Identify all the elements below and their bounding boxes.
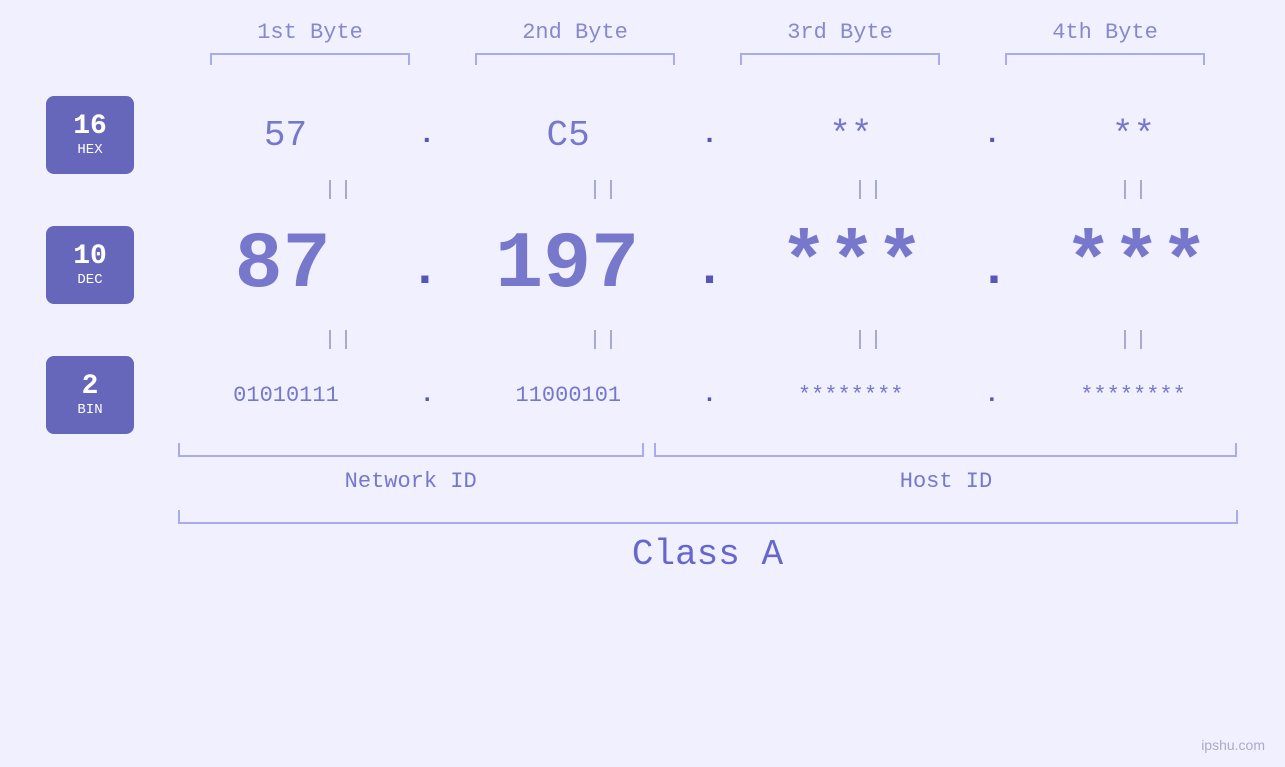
hex-byte-2: C5 xyxy=(458,115,678,156)
bin-value-2: 11000101 xyxy=(516,383,622,408)
bin-value-4: ******** xyxy=(1080,383,1186,408)
id-section: Network ID Host ID xyxy=(178,443,1238,494)
network-bracket xyxy=(178,443,644,457)
hex-byte-4: ** xyxy=(1024,115,1244,156)
dec-byte-3: *** xyxy=(742,220,962,311)
hex-byte-3: ** xyxy=(741,115,961,156)
watermark: ipshu.com xyxy=(1201,737,1265,753)
hex-dot-2: . xyxy=(701,120,718,151)
network-id-label: Network ID xyxy=(178,469,644,494)
class-section: Class A xyxy=(178,510,1238,575)
equals-2-2: || xyxy=(495,329,715,352)
hex-byte-1: 57 xyxy=(175,115,395,156)
hex-badge: 16 HEX xyxy=(46,96,134,174)
bin-dot-1: . xyxy=(420,382,434,409)
dec-badge-number: 10 xyxy=(73,242,107,273)
bracket-1 xyxy=(210,53,410,65)
id-labels: Network ID Host ID xyxy=(178,469,1238,494)
bin-badge-number: 2 xyxy=(82,372,99,403)
hex-value-3: ** xyxy=(829,115,872,156)
dec-badge-label: DEC xyxy=(77,272,102,288)
hex-values: 57 . C5 . ** . ** xyxy=(134,115,1285,156)
bin-byte-4: ******** xyxy=(1023,383,1243,408)
bracket-4 xyxy=(1005,53,1205,65)
byte-header-4: 4th Byte xyxy=(995,20,1215,45)
top-brackets xyxy=(178,53,1238,65)
bracket-2 xyxy=(475,53,675,65)
equals-row-1: || || || || xyxy=(208,175,1268,205)
dec-value-3: *** xyxy=(780,220,924,311)
hex-dot-1: . xyxy=(418,120,435,151)
host-bracket xyxy=(654,443,1237,457)
dec-dot-2: . xyxy=(694,242,724,299)
dec-byte-2: 197 xyxy=(457,220,677,311)
dec-value-1: 87 xyxy=(235,220,331,311)
equals-2-4: || xyxy=(1025,329,1245,352)
byte-header-1: 1st Byte xyxy=(200,20,420,45)
bin-dot-2: . xyxy=(702,382,716,409)
bin-value-3: ******** xyxy=(798,383,904,408)
byte-header-3: 3rd Byte xyxy=(730,20,950,45)
byte-header-2: 2nd Byte xyxy=(465,20,685,45)
dec-badge: 10 DEC xyxy=(46,226,134,304)
equals-1-4: || xyxy=(1025,179,1245,202)
equals-2-1: || xyxy=(230,329,450,352)
hex-badge-label: HEX xyxy=(77,142,102,158)
dec-byte-1: 87 xyxy=(173,220,393,311)
byte-headers: 1st Byte 2nd Byte 3rd Byte 4th Byte xyxy=(178,20,1238,45)
bin-byte-3: ******** xyxy=(741,383,961,408)
hex-row: 16 HEX 57 . C5 . ** . ** xyxy=(0,95,1285,175)
dec-dot-3: . xyxy=(979,242,1009,299)
bin-badge: 2 BIN xyxy=(46,356,134,434)
dec-byte-4: *** xyxy=(1026,220,1246,311)
class-label: Class A xyxy=(632,534,783,575)
dec-dot-1: . xyxy=(410,242,440,299)
bin-dot-3: . xyxy=(985,382,999,409)
bracket-3 xyxy=(740,53,940,65)
equals-1-2: || xyxy=(495,179,715,202)
equals-2-3: || xyxy=(760,329,980,352)
dec-values: 87 . 197 . *** . *** xyxy=(134,220,1285,311)
hex-value-1: 57 xyxy=(264,115,307,156)
host-id-label: Host ID xyxy=(654,469,1237,494)
bin-byte-2: 11000101 xyxy=(458,383,678,408)
bin-badge-label: BIN xyxy=(77,402,102,418)
dec-value-2: 197 xyxy=(495,220,639,311)
bin-byte-1: 01010111 xyxy=(176,383,396,408)
equals-1-3: || xyxy=(760,179,980,202)
class-bracket xyxy=(178,510,1238,524)
bin-row: 2 BIN 01010111 . 11000101 . ******** . *… xyxy=(0,355,1285,435)
dec-row: 10 DEC 87 . 197 . *** . *** xyxy=(0,205,1285,325)
main-container: 1st Byte 2nd Byte 3rd Byte 4th Byte 16 H… xyxy=(0,0,1285,767)
hex-dot-3: . xyxy=(984,120,1001,151)
dec-value-4: *** xyxy=(1064,220,1208,311)
bin-value-1: 01010111 xyxy=(233,383,339,408)
equals-1-1: || xyxy=(230,179,450,202)
hex-badge-number: 16 xyxy=(73,112,107,143)
equals-row-2: || || || || xyxy=(208,325,1268,355)
id-brackets xyxy=(178,443,1238,463)
hex-value-2: C5 xyxy=(547,115,590,156)
bin-values: 01010111 . 11000101 . ******** . *******… xyxy=(134,382,1285,409)
hex-value-4: ** xyxy=(1112,115,1155,156)
